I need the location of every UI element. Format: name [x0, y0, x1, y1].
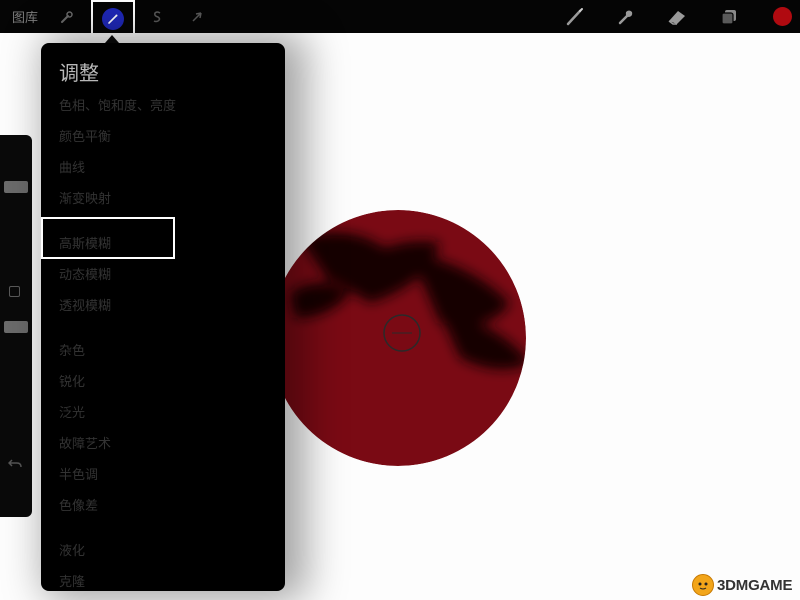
menu-item-halftone[interactable]: 半色调: [59, 464, 98, 483]
menu-item-noise[interactable]: 杂色: [59, 340, 85, 359]
layers-icon: [721, 9, 736, 25]
brush-opacity-slider[interactable]: [4, 321, 28, 333]
adjustments-menu: 调整 色相、饱和度、亮度 颜色平衡 曲线 渐变映射 高斯模糊 动态模糊 透视模糊…: [41, 43, 285, 591]
menu-title: 调整: [59, 61, 99, 85]
brush-tool-button[interactable]: [563, 0, 587, 33]
smudge-tool-button[interactable]: [614, 0, 638, 33]
eraser-tool-button[interactable]: [664, 0, 690, 33]
undo-button[interactable]: [6, 457, 24, 475]
top-toolbar: 图库: [0, 0, 800, 37]
brush-size-slider[interactable]: [4, 181, 28, 193]
menu-item-hue-saturation-brightness[interactable]: 色相、饱和度、亮度: [59, 95, 176, 114]
highlight-box-gaussian-blur: [41, 217, 175, 259]
menu-item-clone[interactable]: 克隆: [59, 571, 85, 590]
modify-button[interactable]: [9, 286, 20, 297]
popover-caret: [105, 35, 119, 43]
menu-item-motion-blur[interactable]: 动态模糊: [59, 264, 111, 283]
selection-s-icon: [153, 10, 161, 22]
gallery-button[interactable]: 图库: [12, 0, 38, 33]
arrow-cursor-icon: [192, 11, 202, 22]
adjustments-button[interactable]: [91, 0, 135, 37]
magic-wand-icon: [108, 14, 118, 24]
wrench-icon: [61, 10, 73, 23]
eraser-icon: [668, 10, 685, 25]
watermark: 3DMGAME: [692, 572, 792, 598]
menu-item-liquify[interactable]: 液化: [59, 540, 85, 559]
transform-button[interactable]: [186, 0, 208, 33]
menu-item-color-balance[interactable]: 颜色平衡: [59, 126, 111, 145]
menu-item-bloom[interactable]: 泛光: [59, 402, 85, 421]
menu-item-curves[interactable]: 曲线: [59, 157, 85, 176]
selection-button[interactable]: [146, 0, 168, 33]
undo-arrow-icon: [7, 459, 22, 468]
layers-button[interactable]: [717, 0, 741, 33]
menu-item-glitch[interactable]: 故障艺术: [59, 433, 111, 452]
menu-item-chromatic-aberration[interactable]: 色像差: [59, 495, 98, 514]
menu-item-gradient-map[interactable]: 渐变映射: [59, 188, 111, 207]
mascot-logo-icon: [692, 574, 714, 596]
smudge-icon: [618, 10, 633, 24]
color-button[interactable]: [771, 0, 793, 33]
brush-icon: [566, 7, 583, 25]
watermark-text: 3DMGAME: [717, 576, 793, 594]
menu-item-perspective-blur[interactable]: 透视模糊: [59, 295, 111, 314]
menu-item-sharpen[interactable]: 锐化: [59, 371, 85, 390]
actions-button[interactable]: [56, 0, 78, 33]
left-sidebar: [0, 135, 32, 517]
adjustments-active-indicator: [102, 7, 124, 30]
color-swatch: [772, 7, 792, 26]
